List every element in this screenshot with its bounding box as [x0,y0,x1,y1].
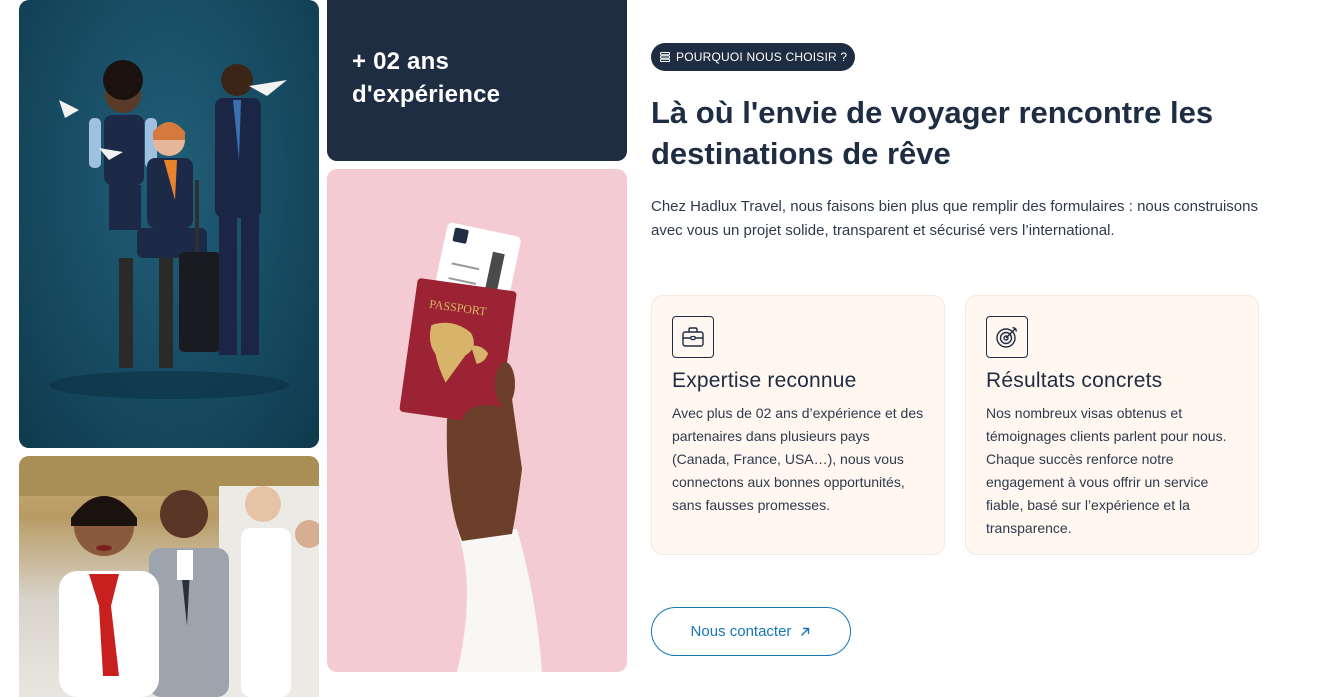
airport-staff-photo [19,456,319,697]
why-choose-us-section: + 02 ans d'expérience PASSPORT POURQUOI … [0,0,1324,697]
feature-title: Expertise reconnue [672,369,857,392]
stack-icon [659,51,671,63]
contact-button-label: Nous contacter [690,623,792,640]
feature-description: Avec plus de 02 ans d’expérience et des … [672,405,924,513]
section-badge-label: POURQUOI NOUS CHOISIR ? [676,50,848,64]
passport-ticket-photo: PASSPORT [327,169,627,672]
feature-card-expertise: Expertise reconnue Avec plus de 02 ans d… [651,295,945,555]
feature-card-results: Résultats concrets Nos nombreux visas ob… [965,295,1259,555]
section-badge: POURQUOI NOUS CHOISIR ? [651,43,856,71]
section-intro: Chez Hadlux Travel, nous faisons bien pl… [651,198,1258,239]
target-icon [986,316,1028,358]
briefcase-icon [672,316,714,358]
arrow-up-right-icon [799,626,811,638]
experience-card: + 02 ans d'expérience [327,0,627,161]
experience-text: + 02 ans d'expérience [352,48,501,108]
flight-crew-photo [19,0,319,448]
feature-title: Résultats concrets [986,369,1163,392]
feature-description: Nos nombreux visas obtenus et témoignage… [986,405,1227,536]
section-headline: Là où l'envie de voyager rencontre les d… [651,95,1214,171]
contact-button[interactable]: Nous contacter [651,607,851,656]
